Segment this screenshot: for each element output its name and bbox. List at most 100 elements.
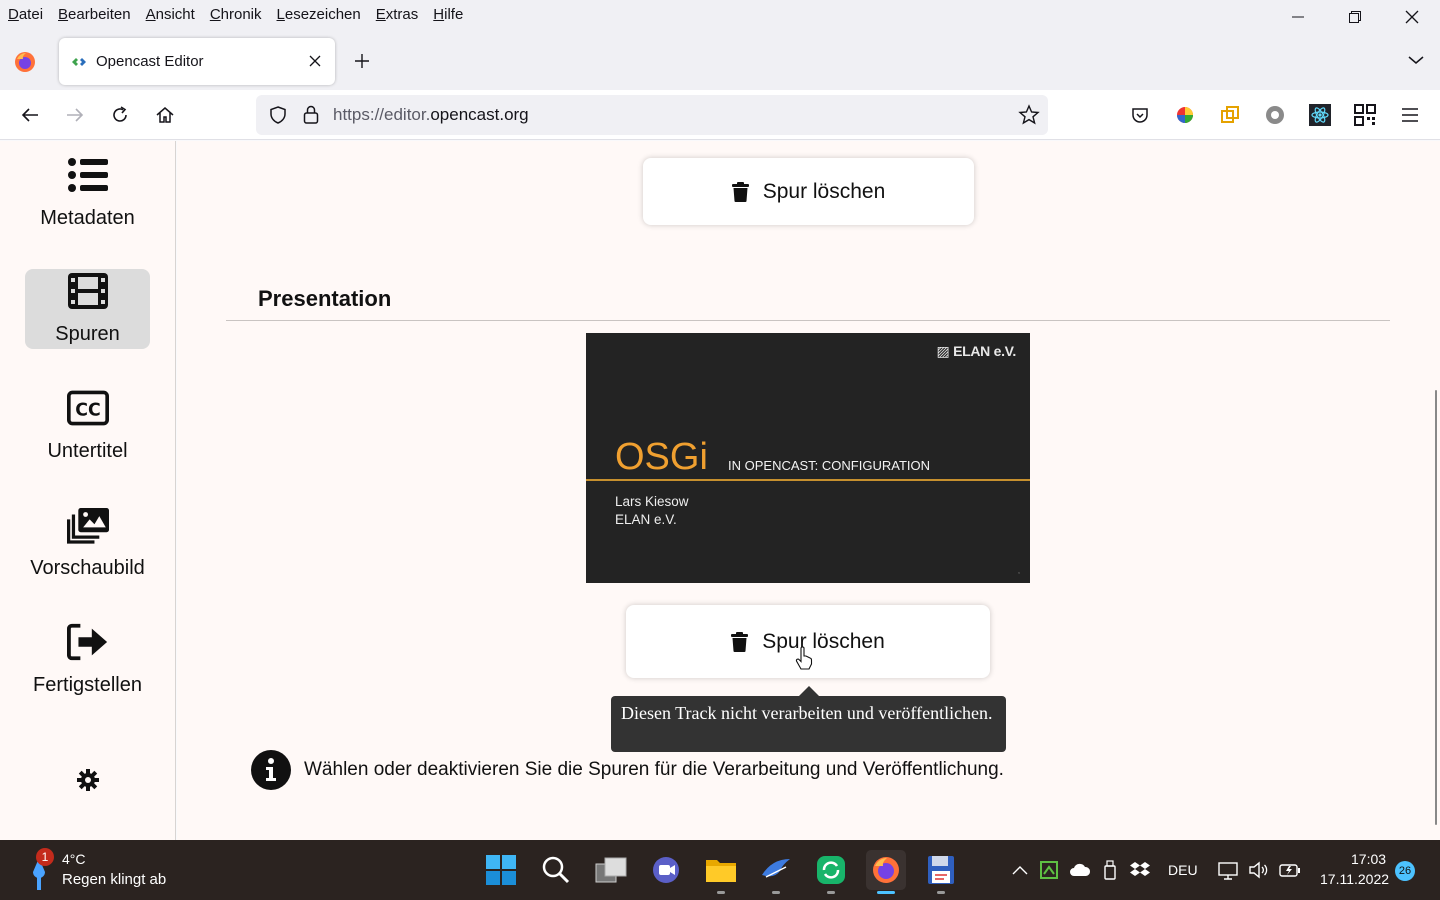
navigation-bar: https://editor.opencast.org <box>0 90 1440 140</box>
delete-track-label: Spur löschen <box>762 629 885 653</box>
running-indicator <box>772 891 780 894</box>
trash-icon <box>731 631 749 652</box>
extension-button-2[interactable] <box>1218 103 1242 127</box>
video-preview: ▨ ELAN e.V. OSGi IN OPENCAST: CONFIGURAT… <box>586 333 1030 583</box>
sidebar-label-spuren: Spuren <box>55 323 120 345</box>
menu-datei[interactable]: Datei <box>8 6 43 23</box>
dropbox-tray[interactable] <box>1129 859 1151 881</box>
weather-description[interactable]: Regen klingt ab <box>62 871 166 888</box>
menu-ansicht[interactable]: Ansicht <box>146 6 195 23</box>
sidebar-label-untertitel: Untertitel <box>47 440 128 462</box>
hamburger-icon <box>1402 108 1418 122</box>
app-button-green[interactable] <box>811 850 851 894</box>
slide-org: ELAN e.V. <box>615 512 677 527</box>
extension-button-1[interactable] <box>1173 103 1197 127</box>
folder-icon <box>706 860 736 882</box>
network-tray[interactable] <box>1218 859 1240 881</box>
running-indicator <box>937 891 945 894</box>
volume-tray[interactable] <box>1248 859 1270 881</box>
home-button[interactable] <box>153 103 177 127</box>
shield-icon[interactable] <box>268 105 288 125</box>
battery-tray[interactable] <box>1279 859 1301 881</box>
plus-icon <box>355 54 369 68</box>
gear-icon[interactable] <box>76 768 100 792</box>
search-icon <box>542 856 570 884</box>
cloud-icon <box>1070 863 1091 876</box>
reload-button[interactable] <box>108 103 132 127</box>
firefox-icon[interactable] <box>14 51 36 73</box>
active-indicator <box>877 891 895 894</box>
close-icon <box>1405 10 1418 24</box>
menu-bearbeiten[interactable]: Bearbeiten <box>58 6 131 23</box>
dropbox-icon <box>1130 862 1150 876</box>
arrow-left-icon <box>21 108 38 122</box>
sidebar-item-vorschaubild[interactable]: Vorschaubild <box>25 503 150 583</box>
lock-icon[interactable] <box>302 104 320 124</box>
menu-extras[interactable]: Extras <box>376 6 419 23</box>
forward-button[interactable] <box>63 103 87 127</box>
react-devtools-button[interactable] <box>1308 103 1332 127</box>
scrollbar-thumb[interactable] <box>1435 390 1437 825</box>
menu-lesezeichen[interactable]: Lesezeichen <box>277 6 361 23</box>
menu-bar: Datei Bearbeiten Ansicht Chronik Lesezei… <box>0 0 1440 28</box>
tray-app-green[interactable] <box>1038 859 1060 881</box>
file-explorer-button[interactable] <box>701 850 741 894</box>
tab-bar: Opencast Editor <box>0 28 1440 90</box>
slide-rule <box>586 479 1030 481</box>
sidebar-item-spuren[interactable]: Spuren <box>25 269 150 349</box>
weather-temperature[interactable]: 4°C <box>62 851 86 867</box>
show-hidden-icons-button[interactable] <box>1009 859 1031 881</box>
input-language[interactable]: DEU <box>1168 862 1198 878</box>
extension-button-3[interactable] <box>1263 103 1287 127</box>
notification-badge[interactable]: 26 <box>1395 861 1415 881</box>
editor-sidebar: Metadaten Spuren CC Untertitel Vorschaub… <box>0 141 176 840</box>
back-button[interactable] <box>18 103 42 127</box>
sidebar-item-untertitel[interactable]: CC Untertitel <box>25 386 150 466</box>
menu-chronik[interactable]: Chronik <box>210 6 262 23</box>
address-bar[interactable]: https://editor.opencast.org <box>256 95 1048 135</box>
chevron-down-icon[interactable] <box>1406 50 1426 70</box>
tab-opencast-editor[interactable]: Opencast Editor <box>59 38 335 85</box>
clock-date[interactable]: 17.11.2022 <box>1320 871 1389 887</box>
slide-title: OSGi <box>615 436 708 478</box>
colorful-extension-icon <box>1177 107 1193 123</box>
pocket-button[interactable] <box>1128 103 1152 127</box>
info-icon <box>251 750 291 790</box>
restore-icon <box>1348 11 1361 23</box>
task-view-button[interactable] <box>591 850 631 890</box>
sidebar-item-metadaten[interactable]: Metadaten <box>25 153 150 233</box>
delete-track-button-top[interactable]: Spur löschen <box>643 158 974 225</box>
firefox-icon <box>873 857 899 883</box>
trash-icon <box>731 181 749 202</box>
slide-brand: ▨ ELAN e.V. <box>936 343 1017 359</box>
info-hint: Wählen oder deaktivieren Sie die Spuren … <box>251 750 1004 790</box>
firefox-taskbar-button[interactable] <box>866 850 906 894</box>
sync-app-icon <box>817 856 845 884</box>
opencast-favicon-icon <box>72 57 86 66</box>
search-button[interactable] <box>536 850 576 890</box>
usb-tray[interactable] <box>1099 859 1121 881</box>
start-button[interactable] <box>481 850 521 890</box>
teams-chat-button[interactable] <box>646 850 686 890</box>
sidebar-item-fertigstellen[interactable]: Fertigstellen <box>25 620 150 700</box>
onedrive-tray[interactable] <box>1069 859 1091 881</box>
tab-close-button[interactable] <box>305 51 325 71</box>
slide-page-marker: , <box>1018 568 1020 575</box>
svg-text:CC: CC <box>75 400 100 420</box>
app-button-bird[interactable] <box>756 850 796 894</box>
windows-logo-icon <box>486 855 516 885</box>
qr-code-button[interactable] <box>1353 103 1377 127</box>
tooltip-arrow <box>799 686 819 696</box>
clock-time[interactable]: 17:03 <box>1351 851 1386 867</box>
tray-app-icon <box>1040 861 1058 879</box>
bird-app-icon <box>762 859 790 878</box>
url-prefix: https://editor. <box>333 105 431 124</box>
url-text: https://editor.opencast.org <box>333 105 529 125</box>
task-view-icon <box>595 857 627 883</box>
running-indicator <box>827 891 835 894</box>
app-menu-button[interactable] <box>1398 103 1422 127</box>
new-tab-button[interactable] <box>350 49 374 73</box>
menu-hilfe[interactable]: Hilfe <box>433 6 463 23</box>
star-icon[interactable] <box>1018 104 1040 126</box>
app-button-disk[interactable] <box>921 850 961 894</box>
